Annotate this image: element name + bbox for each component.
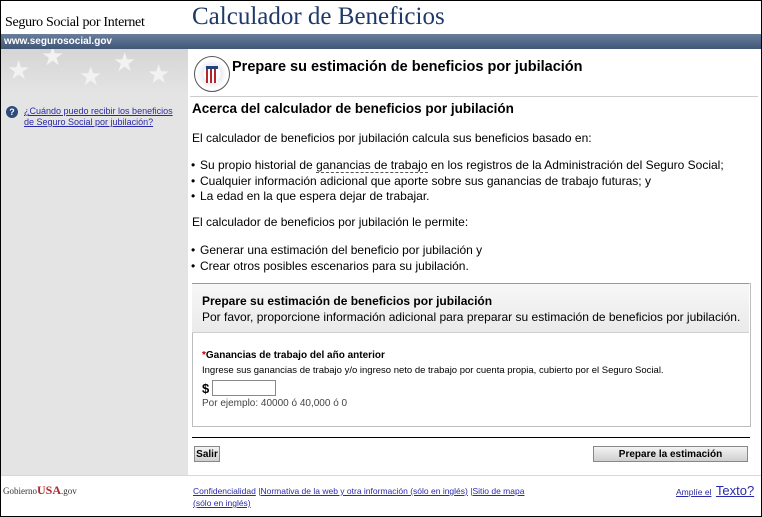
usa-gov-logo[interactable]: GobiernoUSA.gov (3, 483, 77, 498)
earnings-example: Por ejemplo: 40000 ó 40,000 ó 0 (202, 398, 348, 409)
footer-links: Confidencialidad |Normativa de la web y … (193, 485, 528, 509)
earnings-term-link[interactable]: ganancias de trabajo (316, 158, 428, 173)
bullet-text-post: en los registros de la Administración de… (427, 158, 724, 172)
ssa-seal-logo (194, 56, 230, 92)
exit-button[interactable]: Salir (194, 446, 220, 462)
star-icon: ★ (113, 49, 137, 77)
site-name: Seguro Social por Internet (5, 15, 145, 30)
divider (192, 437, 750, 438)
usa-prefix: Gobierno (3, 486, 37, 496)
usa-suffix: .gov (61, 486, 77, 496)
header: Seguro Social por Internet Calculador de… (1, 1, 761, 34)
bullet-text-pre: Su propio historial de (200, 158, 317, 172)
star-icon: ★ (147, 59, 171, 89)
question-icon: ? (6, 106, 18, 118)
earnings-field-label: *Ganancias de trabajo del año anterior (202, 350, 385, 361)
list-item: Cualquier información adicional que apor… (191, 174, 651, 188)
form-header (192, 283, 749, 333)
earnings-input[interactable] (212, 380, 276, 396)
currency-symbol: $ (202, 381, 210, 396)
usa-brand: USA (37, 483, 62, 497)
list-item: Crear otros posibles escenarios para su … (191, 259, 469, 273)
earnings-label-text: Ganancias de trabajo del año anterior (205, 350, 385, 361)
stars-banner: ★ ★ ★ ★ ★ (1, 49, 188, 94)
footer-divider (1, 475, 761, 476)
star-icon: ★ (7, 55, 31, 85)
footer-link-web-policy[interactable]: Normativa de la web y otra información (… (260, 486, 467, 496)
app-title: Calculador de Beneficios (192, 3, 445, 30)
earnings-field-help: Ingrese sus ganancias de trabajo y/o ing… (202, 365, 664, 376)
star-icon: ★ (79, 61, 103, 91)
enlarge-text-link[interactable]: Amplíe el Texto? (676, 482, 754, 500)
footer-link-privacy[interactable]: Confidencialidad (193, 486, 256, 496)
list-item: Su propio historial de ganancias de trab… (191, 158, 724, 173)
list-item: La edad en la que espera dejar de trabaj… (191, 189, 429, 203)
prepare-estimate-button[interactable]: Prepare la estimación (593, 446, 748, 462)
form-title: Prepare su estimación de beneficios por … (202, 294, 493, 308)
allows-text: El calculador de beneficios por jubilaci… (192, 215, 469, 229)
help-link-when-benefits[interactable]: ¿Cuándo puedo recibir los beneficios de … (24, 106, 184, 128)
url-bar (1, 34, 761, 49)
divider (190, 96, 758, 97)
intro-text: El calculador de beneficios por jubilaci… (192, 131, 592, 145)
section-title: Acerca del calculador de beneficios por … (192, 101, 514, 116)
form-subtitle: Por favor, proporcione información adici… (202, 310, 741, 324)
list-item: Generar una estimación del beneficio por… (191, 243, 482, 257)
star-icon: ★ (41, 49, 65, 71)
site-url: www.segurosocial.gov (4, 36, 112, 47)
enlarge-prefix: Amplíe el (676, 487, 712, 497)
enlarge-word: Texto? (715, 483, 755, 498)
page-title: Prepare su estimación de beneficios por … (232, 59, 583, 75)
